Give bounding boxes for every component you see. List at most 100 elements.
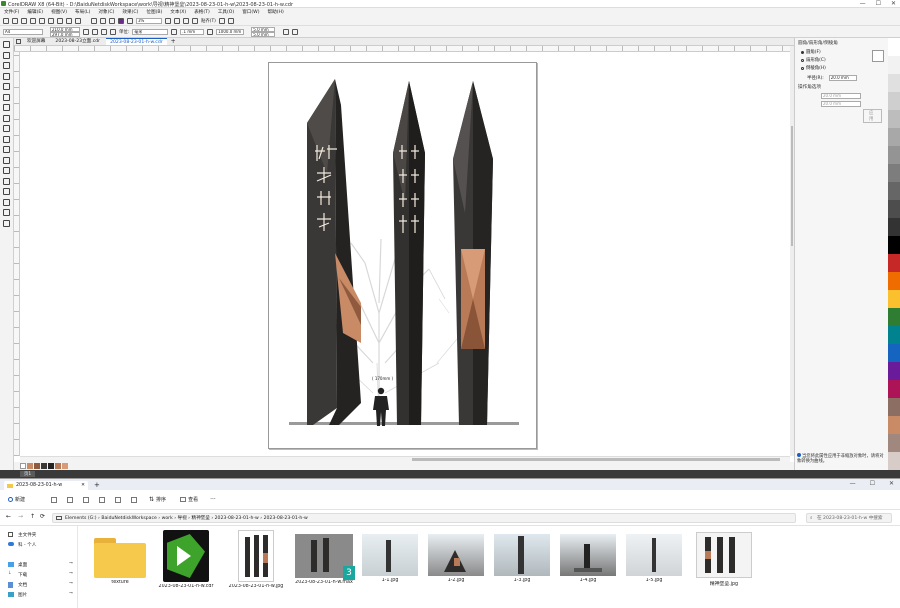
shape-tool-icon[interactable] — [3, 51, 10, 59]
page-indicator[interactable]: 页1 — [20, 471, 36, 477]
sort-icon[interactable]: ⇅ — [149, 496, 154, 503]
share-icon[interactable] — [115, 496, 122, 503]
breadcrumb-3[interactable]: work — [162, 516, 173, 521]
import-icon[interactable] — [100, 17, 106, 24]
rectangle-tool-icon[interactable] — [3, 104, 10, 111]
interactive-fill-icon[interactable] — [3, 198, 10, 206]
page-height-field[interactable]: 297.0 mm — [50, 31, 80, 37]
transparency-icon[interactable] — [3, 177, 10, 185]
swatch[interactable] — [888, 308, 900, 326]
new-button[interactable]: 新建 — [15, 496, 25, 503]
menu-effects[interactable]: 效果(C) — [122, 9, 138, 15]
drawing-page[interactable]: ( 170mm ) — [268, 62, 537, 449]
export-icon[interactable] — [109, 17, 115, 24]
breadcrumb-5[interactable]: 精神堡垒 — [191, 516, 209, 521]
swatch[interactable] — [888, 200, 900, 218]
swatch[interactable] — [888, 146, 900, 164]
swatch[interactable] — [888, 218, 900, 236]
guidelines-icon[interactable] — [192, 17, 198, 24]
options-gear-icon[interactable] — [218, 17, 225, 24]
view-button[interactable]: 查看 — [188, 496, 198, 503]
swatch[interactable] — [888, 38, 900, 56]
swatch[interactable] — [888, 110, 900, 128]
menu-tools[interactable]: 工具(O) — [218, 9, 234, 15]
nav-downloads[interactable]: ↓ 下载 ⊸ — [0, 570, 77, 580]
duplicate-distance-field[interactable]: 1000.0 mm — [216, 28, 245, 35]
save-icon[interactable] — [21, 17, 27, 24]
breadcrumb-6[interactable]: 2023-08-23-01-h-w — [215, 516, 259, 521]
home-icon[interactable] — [16, 39, 21, 44]
refresh-icon[interactable]: ⟳ — [40, 513, 45, 520]
menu-file[interactable]: 文件(F) — [4, 9, 19, 15]
menu-object[interactable]: 对象(C) — [98, 9, 114, 15]
swatch[interactable] — [888, 74, 900, 92]
nav-pictures[interactable]: 图片 ⊸ — [0, 590, 77, 600]
rulers-icon[interactable] — [174, 17, 180, 24]
file-item[interactable]: 1-4.jpg — [554, 534, 622, 583]
breadcrumb-1[interactable]: Elements (G:) — [65, 516, 97, 521]
swatch[interactable] — [48, 463, 54, 469]
minimize-icon[interactable]: — — [850, 480, 856, 487]
swatch[interactable] — [888, 434, 900, 452]
menu-bitmaps[interactable]: 位图(B) — [146, 9, 162, 15]
rename-icon[interactable] — [99, 496, 106, 503]
swatch[interactable] — [888, 452, 900, 470]
tab-active-cdr[interactable]: 2023-08-23-01-h-w.cdr — [106, 38, 167, 45]
fullscreen-icon[interactable] — [165, 17, 171, 24]
ellipse-tool-icon[interactable] — [3, 114, 10, 122]
apply-button[interactable]: 应用 — [863, 109, 882, 123]
file-item[interactable]: 1-1.jpg — [356, 534, 424, 583]
file-item[interactable]: 2023-08-23-01-h-w.jpg — [222, 530, 290, 589]
file-item[interactable]: 1-3.jpg — [488, 534, 556, 583]
menu-table[interactable]: 表格(T) — [194, 9, 210, 15]
more-icon[interactable]: ··· — [210, 496, 216, 503]
menu-layout[interactable]: 布局(L) — [75, 9, 90, 15]
copy-icon[interactable] — [67, 496, 74, 503]
pin-icon[interactable]: ⊸ — [69, 571, 73, 576]
new-icon[interactable] — [8, 497, 13, 502]
address-bar[interactable]: Elements (G:) › BaiduNetdiskWorkspace › … — [52, 513, 796, 523]
new-doc-icon[interactable] — [3, 17, 9, 24]
paste-icon[interactable] — [83, 496, 90, 503]
swatch[interactable] — [888, 182, 900, 200]
text-tool-icon[interactable] — [3, 135, 10, 143]
dup-y-field[interactable]: 5.0 mm — [251, 31, 276, 37]
file-item[interactable]: texture — [86, 538, 154, 585]
swatch[interactable] — [34, 463, 40, 469]
open-icon[interactable] — [12, 17, 18, 24]
pin-icon[interactable]: ⊸ — [69, 581, 73, 586]
add-icon[interactable] — [292, 28, 299, 35]
swatch[interactable] — [888, 344, 900, 362]
close-icon[interactable]: ✕ — [891, 0, 896, 7]
menu-text[interactable]: 文本(X) — [170, 9, 186, 15]
menu-edit[interactable]: 编辑(E) — [27, 9, 43, 15]
artistic-media-icon[interactable] — [3, 93, 10, 101]
new-tab-icon[interactable]: + — [94, 481, 100, 489]
cut-icon[interactable] — [39, 17, 45, 24]
file-item[interactable]: 1-2.jpg — [422, 534, 490, 583]
print-icon[interactable] — [30, 17, 36, 24]
paste-icon[interactable] — [57, 17, 63, 24]
minimize-icon[interactable]: — — [860, 0, 866, 7]
maximize-icon[interactable]: ☐ — [876, 0, 881, 7]
swatch[interactable] — [20, 463, 26, 469]
cut-icon[interactable] — [51, 496, 58, 503]
swatch[interactable] — [888, 92, 900, 110]
breadcrumb-2[interactable]: BaiduNetdiskWorkspace — [101, 516, 157, 521]
page-options-icon[interactable] — [283, 28, 290, 35]
swatch[interactable] — [888, 272, 900, 290]
all-pages-icon[interactable] — [101, 28, 107, 35]
search-input[interactable]: ⌕ 在 2023-08-23-01-h-w 中搜索 — [806, 513, 892, 523]
freehand-tool-icon[interactable] — [3, 83, 10, 90]
file-item[interactable]: 精神堡垒.jpg — [690, 532, 758, 587]
swatch[interactable] — [888, 416, 900, 434]
parallel-dimension-icon[interactable] — [3, 146, 10, 153]
close-icon[interactable]: ✕ — [889, 480, 894, 487]
swatch[interactable] — [888, 128, 900, 146]
forward-icon[interactable]: → — [18, 513, 23, 520]
breadcrumb-4[interactable]: 导视 — [178, 516, 187, 521]
search-icon[interactable] — [91, 17, 97, 24]
pylon-artwork[interactable] — [269, 63, 538, 450]
tab-welcome[interactable]: 欢迎屏幕 — [23, 38, 49, 45]
menu-help[interactable]: 帮助(H) — [268, 9, 284, 15]
